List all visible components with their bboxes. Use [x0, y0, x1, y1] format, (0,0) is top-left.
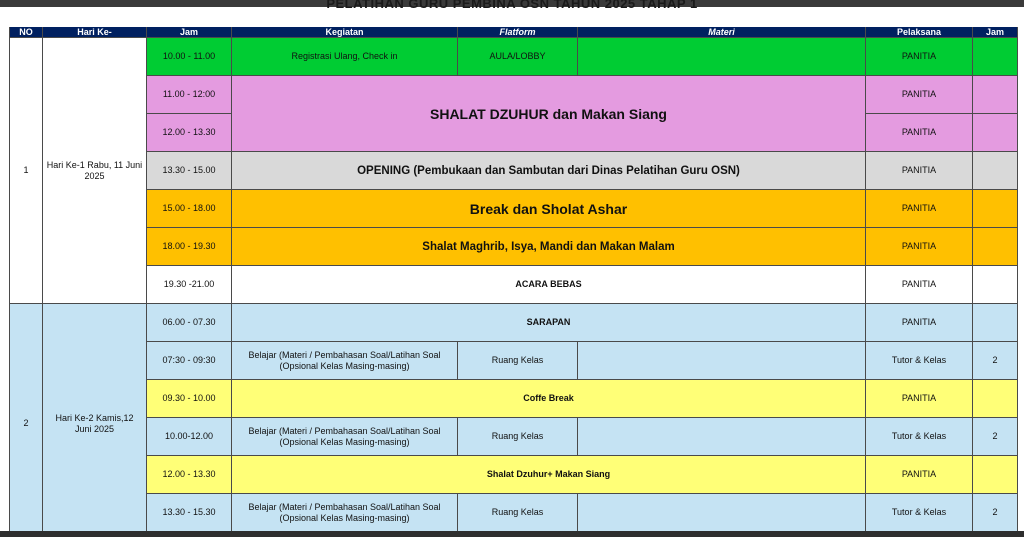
pelaksana-cell[interactable]: PANITIA — [866, 228, 973, 266]
time-cell[interactable]: 06.00 - 07.30 — [147, 304, 232, 342]
materi-cell[interactable] — [578, 342, 866, 380]
header-jam-count[interactable]: Jam — [973, 27, 1018, 38]
jam-count-cell[interactable]: 2 — [973, 494, 1018, 532]
day-label[interactable]: Hari Ke-2 Kamis,12 Juni 2025 — [43, 304, 147, 533]
time-cell[interactable]: 12.00 - 13.30 — [147, 456, 232, 494]
header-pelaksana[interactable]: Pelaksana — [866, 27, 973, 38]
kegiatan-cell-merged[interactable]: SARAPAN — [232, 304, 866, 342]
header-jam[interactable]: Jam — [147, 27, 232, 38]
pelaksana-cell[interactable]: PANITIA — [866, 114, 973, 152]
pelaksana-cell[interactable]: PANITIA — [866, 456, 973, 494]
pelaksana-cell[interactable]: PANITIA — [866, 190, 973, 228]
time-cell[interactable]: 18.00 - 19.30 — [147, 228, 232, 266]
day-number[interactable]: 1 — [9, 38, 43, 304]
materi-cell[interactable] — [578, 494, 866, 532]
jam-count-cell[interactable] — [973, 228, 1018, 266]
time-cell[interactable]: 10.00-12.00 — [147, 418, 232, 456]
flatform-cell[interactable]: Ruang Kelas — [458, 342, 578, 380]
kegiatan-cell[interactable]: Belajar (Materi / Pembahasan Soal/Latiha… — [232, 418, 458, 456]
pelaksana-cell[interactable]: PANITIA — [866, 76, 973, 114]
pelaksana-cell[interactable]: PANITIA — [866, 38, 973, 76]
pelaksana-cell[interactable]: PANITIA — [866, 304, 973, 342]
header-hari[interactable]: Hari Ke- — [43, 27, 147, 38]
kegiatan-cell-merged[interactable]: Break dan Sholat Ashar — [232, 190, 866, 228]
jam-count-cell[interactable] — [973, 304, 1018, 342]
window-bottom-bar — [0, 531, 1024, 537]
time-cell[interactable]: 15.00 - 18.00 — [147, 190, 232, 228]
jam-count-cell[interactable] — [973, 266, 1018, 304]
kegiatan-cell-merged[interactable]: Shalat Maghrib, Isya, Mandi dan Makan Ma… — [232, 228, 866, 266]
time-cell[interactable]: 19.30 -21.00 — [147, 266, 232, 304]
kegiatan-cell[interactable]: Belajar (Materi / Pembahasan Soal/Latiha… — [232, 494, 458, 532]
materi-cell[interactable] — [578, 418, 866, 456]
day-number[interactable]: 2 — [9, 304, 43, 533]
pelaksana-cell[interactable]: Tutor & Kelas — [866, 418, 973, 456]
pelaksana-cell[interactable]: Tutor & Kelas — [866, 494, 973, 532]
jam-count-cell[interactable] — [973, 114, 1018, 152]
kegiatan-cell-merged[interactable]: ACARA BEBAS — [232, 266, 866, 304]
jam-count-cell[interactable] — [973, 152, 1018, 190]
kegiatan-cell-merged[interactable]: SHALAT DZUHUR dan Makan Siang — [232, 76, 866, 152]
jam-count-cell[interactable] — [973, 190, 1018, 228]
jam-count-cell[interactable]: 2 — [973, 418, 1018, 456]
time-cell[interactable]: 09.30 - 10.00 — [147, 380, 232, 418]
header-no[interactable]: NO — [9, 27, 43, 38]
kegiatan-cell[interactable]: Registrasi Ulang, Check in — [232, 38, 458, 76]
kegiatan-cell-merged[interactable]: Coffe Break — [232, 380, 866, 418]
kegiatan-cell-merged[interactable]: Shalat Dzuhur+ Makan Siang — [232, 456, 866, 494]
time-cell[interactable]: 10.00 - 11.00 — [147, 38, 232, 76]
jam-count-cell[interactable] — [973, 38, 1018, 76]
sheet-title: PELATIHAN GURU PEMBINA OSN TAHUN 2025 TA… — [326, 0, 698, 11]
pelaksana-cell[interactable]: PANITIA — [866, 266, 973, 304]
jam-count-cell[interactable] — [973, 456, 1018, 494]
pelaksana-cell[interactable]: PANITIA — [866, 380, 973, 418]
time-cell[interactable]: 12.00 - 13.30 — [147, 114, 232, 152]
pelaksana-cell[interactable]: PANITIA — [866, 152, 973, 190]
header-kegiatan[interactable]: Kegiatan — [232, 27, 458, 38]
day-label[interactable]: Hari Ke-1 Rabu, 11 Juni 2025 — [43, 38, 147, 304]
flatform-cell[interactable]: AULA/LOBBY — [458, 38, 578, 76]
time-cell[interactable]: 07:30 - 09:30 — [147, 342, 232, 380]
kegiatan-cell-merged[interactable]: OPENING (Pembukaan dan Sambutan dari Din… — [232, 152, 866, 190]
kegiatan-cell[interactable]: Belajar (Materi / Pembahasan Soal/Latiha… — [232, 342, 458, 380]
time-cell[interactable]: 13.30 - 15.30 — [147, 494, 232, 532]
materi-cell[interactable] — [578, 38, 866, 76]
jam-count-cell[interactable] — [973, 76, 1018, 114]
header-materi[interactable]: Materi — [578, 27, 866, 38]
pelaksana-cell[interactable]: Tutor & Kelas — [866, 342, 973, 380]
time-cell[interactable]: 11.00 - 12:00 — [147, 76, 232, 114]
jam-count-cell[interactable] — [973, 380, 1018, 418]
schedule-table: NO Hari Ke- Jam Kegiatan Flatform Materi… — [0, 27, 1024, 533]
flatform-cell[interactable]: Ruang Kelas — [458, 418, 578, 456]
header-flatform[interactable]: Flatform — [458, 27, 578, 38]
flatform-cell[interactable]: Ruang Kelas — [458, 494, 578, 532]
time-cell[interactable]: 13.30 - 15.00 — [147, 152, 232, 190]
jam-count-cell[interactable]: 2 — [973, 342, 1018, 380]
